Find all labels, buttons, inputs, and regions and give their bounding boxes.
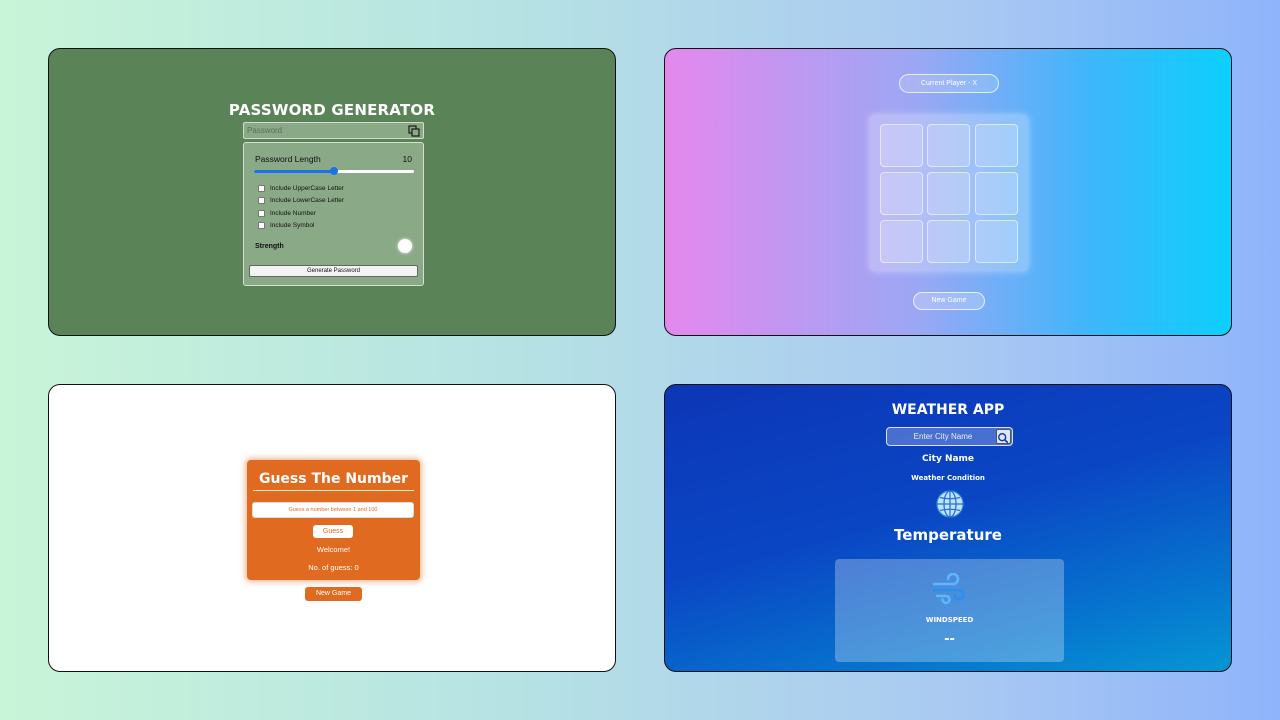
- board-cell[interactable]: [975, 172, 1018, 215]
- game-board: [870, 115, 1028, 271]
- windspeed-card: WINDSPEED --: [835, 559, 1064, 662]
- option-symbol[interactable]: Include Symbol: [258, 221, 314, 231]
- option-label: Include UpperCase Letter: [270, 184, 345, 192]
- password-display: [243, 122, 424, 139]
- password-generator-panel: PASSWORD GENERATOR Password Length 10 In…: [48, 48, 616, 336]
- guess-number-title: Guess The Number: [258, 471, 409, 487]
- board-cell[interactable]: [975, 124, 1018, 167]
- option-number[interactable]: Include Number: [258, 208, 316, 218]
- board-cell[interactable]: [927, 124, 970, 167]
- slider-thumb[interactable]: [330, 167, 338, 175]
- option-lowercase[interactable]: Include LowerCase Letter: [258, 196, 344, 206]
- board-cell[interactable]: [880, 220, 923, 263]
- guess-input[interactable]: [252, 502, 414, 518]
- password-settings-card: Password Length 10 Include UpperCase Let…: [243, 142, 424, 286]
- tic-tac-toe-panel: Current Player - X New Game: [664, 48, 1232, 336]
- option-label: Include Symbol: [270, 222, 315, 229]
- password-length-slider[interactable]: [254, 167, 414, 175]
- globe-icon: [936, 490, 964, 518]
- symbol-checkbox[interactable]: [258, 222, 265, 229]
- weather-app-panel: WEATHER APP City Name Weather Condition …: [664, 384, 1232, 672]
- board-cell[interactable]: [880, 172, 923, 215]
- weather-app-title: WEATHER APP: [891, 402, 1005, 418]
- strength-indicator: [398, 239, 412, 253]
- city-name: City Name: [921, 454, 975, 464]
- guess-count: No. of guess: 0: [308, 563, 359, 572]
- board-cell[interactable]: [927, 172, 970, 215]
- password-length-value: 10: [402, 154, 412, 164]
- option-label: Include LowerCase Letter: [270, 197, 345, 204]
- board-cell[interactable]: [880, 124, 923, 167]
- new-game-button[interactable]: New Game: [913, 292, 985, 310]
- generate-password-button[interactable]: Generate Password: [249, 265, 418, 277]
- uppercase-checkbox[interactable]: [258, 184, 265, 192]
- lowercase-checkbox[interactable]: [258, 197, 265, 204]
- title-divider: [253, 490, 414, 491]
- guess-button[interactable]: Guess: [313, 525, 353, 538]
- windspeed-label: WINDSPEED: [925, 616, 974, 624]
- wind-icon: [932, 573, 965, 605]
- copy-icon[interactable]: [408, 125, 420, 137]
- search-icon: [998, 433, 1009, 444]
- option-label: Include Number: [270, 209, 316, 217]
- new-game-button[interactable]: New Game: [305, 587, 362, 601]
- city-search-box: [886, 427, 1013, 446]
- weather-condition: Weather Condition: [911, 474, 985, 482]
- board-cell[interactable]: [975, 220, 1018, 263]
- password-length-label: Password Length: [255, 154, 321, 164]
- slider-fill: [254, 170, 334, 173]
- password-generator-title: PASSWORD GENERATOR: [228, 101, 436, 119]
- search-button[interactable]: [996, 429, 1011, 444]
- temperature: Temperature: [894, 526, 1002, 544]
- board-cell[interactable]: [927, 220, 970, 263]
- windspeed-value: --: [944, 632, 955, 647]
- number-checkbox[interactable]: [258, 209, 265, 217]
- guess-number-panel: Guess The Number Guess Welcome! No. of g…: [48, 384, 616, 672]
- option-uppercase[interactable]: Include UpperCase Letter: [258, 183, 344, 193]
- guess-message: Welcome!: [316, 545, 351, 554]
- password-field[interactable]: [247, 124, 397, 137]
- strength-label: Strength: [255, 243, 284, 250]
- current-player-status: Current Player - X: [899, 74, 999, 93]
- guess-number-card: Guess The Number Guess Welcome! No. of g…: [247, 460, 420, 580]
- city-search-input[interactable]: [890, 430, 996, 443]
